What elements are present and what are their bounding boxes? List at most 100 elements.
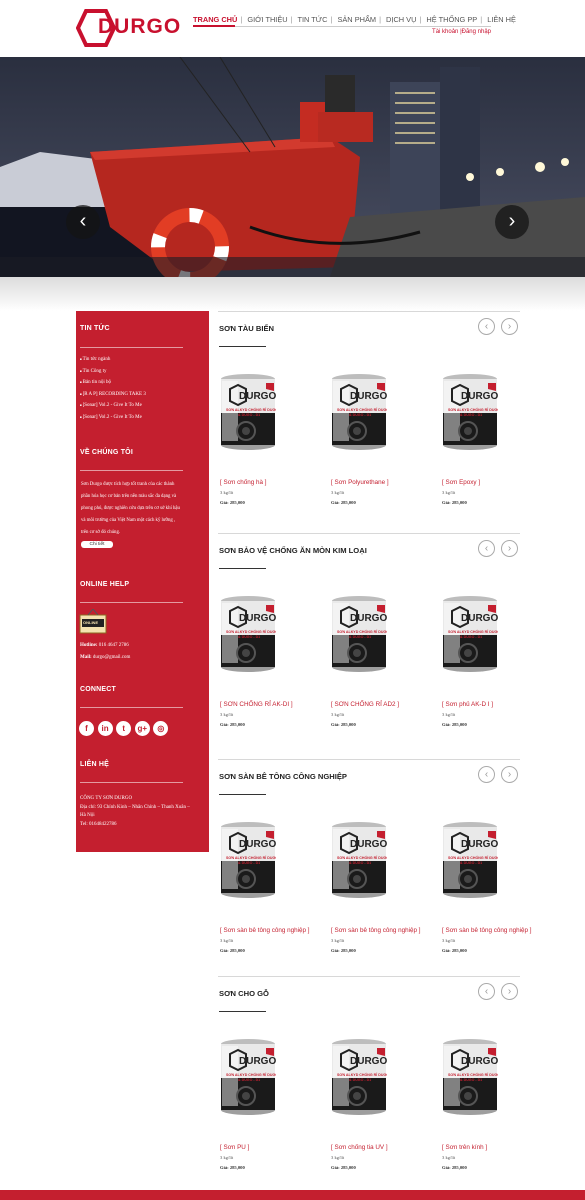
product-name[interactable]: [ Sơn sàn bê tông công nghiệp ] (331, 927, 421, 934)
durgo-logo[interactable]: DURGO (76, 9, 180, 47)
product-image[interactable]: DURGO SƠN ALKYD CHỐNG RỈ DUGO - D & DUGO… (331, 1038, 387, 1116)
online-support-icon[interactable]: ONLINE (79, 608, 107, 635)
instagram-icon[interactable]: ◎ (153, 721, 169, 736)
svg-text:SƠN ALKYD CHỐNG RỈ DUGO - D: SƠN ALKYD CHỐNG RỈ DUGO - D (448, 407, 498, 412)
product-name[interactable]: [ Sơn Epoxy ] (442, 479, 480, 486)
google-plus-icon[interactable]: g+ (134, 721, 150, 736)
nav-item-about[interactable]: GIỚI THIỆU (247, 15, 287, 24)
product-card[interactable]: DURGO SƠN ALKYD CHỐNG RỈ DUGO - D & DUGO… (442, 595, 552, 735)
product-image[interactable]: DURGO SƠN ALKYD CHỐNG RỈ DUGO - D & DUGO… (331, 373, 387, 451)
mail-value[interactable]: durgo@gmail.com (93, 655, 130, 660)
svg-text:DURGO: DURGO (461, 613, 498, 624)
product-card[interactable]: DURGO SƠN ALKYD CHỐNG RỈ DUGO - D & DUGO… (442, 1038, 552, 1178)
product-card[interactable]: DURGO SƠN ALKYD CHỐNG RỈ DUGO - D & DUGO… (442, 373, 552, 513)
section-next-button[interactable]: › (501, 540, 518, 557)
product-card[interactable]: DURGO SƠN ALKYD CHỐNG RỈ DUGO - D & DUGO… (220, 1038, 330, 1178)
svg-text:SƠN ALKYD CHỐNG RỈ DUGO - D: SƠN ALKYD CHỐNG RỈ DUGO - D (226, 407, 276, 412)
product-name[interactable]: [ Sơn Polyurethane ] (331, 479, 389, 486)
product-name[interactable]: [ SƠN CHỐNG RỈ AD2 ] (331, 701, 399, 708)
product-name[interactable]: [ SƠN CHỐNG RỈ AK-DI ] (220, 701, 293, 708)
nav-item-home[interactable]: TRANG CHỦ (193, 15, 237, 24)
svg-text:DURGO: DURGO (350, 1056, 387, 1067)
nav-item-contact[interactable]: LIÊN HỆ (487, 15, 516, 24)
product-name[interactable]: [ Sơn chống tia UV ] (331, 1144, 388, 1151)
chevron-left-icon: ‹ (484, 769, 489, 780)
section-next-button[interactable]: › (501, 983, 518, 1000)
product-card[interactable]: DURGO SƠN ALKYD CHỐNG RỈ DUGO - D & DUGO… (220, 595, 330, 735)
product-card[interactable]: DURGO SƠN ALKYD CHỐNG RỈ DUGO - D & DUGO… (331, 595, 441, 735)
svg-text:DURGO: DURGO (239, 613, 276, 624)
product-image[interactable]: DURGO SƠN ALKYD CHỐNG RỈ DUGO - D & DUGO… (220, 821, 276, 899)
section-prev-button[interactable]: ‹ (478, 766, 495, 783)
product-card[interactable]: DURGO SƠN ALKYD CHỐNG RỈ DUGO - D & DUGO… (220, 373, 330, 513)
twitter-icon[interactable]: t (116, 721, 132, 736)
product-price: Giá: 285,000 (331, 948, 356, 953)
nav-item-news[interactable]: TIN TỨC (297, 15, 327, 24)
section-divider (218, 759, 520, 760)
svg-text:SƠN ALKYD CHỐNG RỈ DUGO - D: SƠN ALKYD CHỐNG RỈ DUGO - D (337, 629, 387, 634)
section-prev-button[interactable]: ‹ (478, 318, 495, 335)
news-list-item[interactable]: [R A P] RECORDING TAKE 3 (80, 392, 146, 404)
product-name[interactable]: [ Sơn PU ] (220, 1144, 249, 1151)
product-image[interactable]: DURGO SƠN ALKYD CHỐNG RỈ DUGO - D & DUGO… (220, 1038, 276, 1116)
section-next-button[interactable]: › (501, 766, 518, 783)
product-image[interactable]: DURGO SƠN ALKYD CHỐNG RỈ DUGO - D & DUGO… (442, 595, 498, 673)
social-links: f in t g+ ◎ (79, 718, 172, 736)
product-image[interactable]: DURGO SƠN ALKYD CHỐNG RỈ DUGO - D & DUGO… (331, 821, 387, 899)
product-quantity: 3 kg/lít (331, 1155, 345, 1160)
product-price: Giá: 285,000 (220, 500, 245, 505)
sidebar-contact-title: LIÊN HỆ (80, 761, 110, 768)
product-name[interactable]: [ Sơn sàn bê tông công nghiệp ] (442, 927, 532, 934)
product-card[interactable]: DURGO SƠN ALKYD CHỐNG RỈ DUGO - D & DUGO… (331, 373, 441, 513)
product-card[interactable]: DURGO SƠN ALKYD CHỐNG RỈ DUGO - D & DUGO… (331, 821, 441, 961)
product-name[interactable]: [ Sơn trên kính ] (442, 1144, 487, 1151)
about-details-button[interactable]: Chi tiết (81, 541, 113, 548)
product-name[interactable]: [ Sơn chống hà ] (220, 479, 267, 486)
nav-item-services[interactable]: DỊCH VỤ (386, 15, 416, 24)
product-card[interactable]: DURGO SƠN ALKYD CHỐNG RỈ DUGO - D & DUGO… (331, 1038, 441, 1178)
product-name[interactable]: [ Sơn sàn bê tông công nghiệp ] (220, 927, 310, 934)
svg-text:DURGO: DURGO (350, 391, 387, 402)
slider-next-button[interactable]: › (495, 205, 529, 239)
product-price: Giá: 285,000 (442, 948, 467, 953)
section-prev-button[interactable]: ‹ (478, 983, 495, 1000)
chevron-right-icon: › (507, 321, 512, 332)
login-link[interactable]: Đăng nhập (462, 29, 491, 35)
product-quantity: 3 kg/lít (442, 712, 456, 717)
chevron-right-icon: › (508, 210, 516, 232)
product-card[interactable]: DURGO SƠN ALKYD CHỐNG RỈ DUGO - D & DUGO… (220, 821, 330, 961)
section-divider (218, 533, 520, 534)
section-prev-button[interactable]: ‹ (478, 540, 495, 557)
news-list-item[interactable]: Tin Công ty (80, 369, 146, 381)
product-image[interactable]: DURGO SƠN ALKYD CHỐNG RỈ DUGO - D & DUGO… (331, 595, 387, 673)
svg-text:SƠN ALKYD CHỐNG RỈ DUGO - D: SƠN ALKYD CHỐNG RỈ DUGO - D (226, 855, 276, 860)
facebook-icon[interactable]: f (79, 721, 94, 736)
news-list-item[interactable]: [Sonar] Vol.2 - Give It To Me (80, 415, 146, 427)
hotline-label: Hotline: (80, 643, 98, 648)
news-list-item[interactable]: Tin tức ngành (80, 357, 146, 369)
section-divider (218, 311, 520, 312)
product-image[interactable]: DURGO SƠN ALKYD CHỐNG RỈ DUGO - D & DUGO… (442, 1038, 498, 1116)
svg-text:& DUGO - D1: & DUGO - D1 (349, 413, 371, 417)
product-image[interactable]: DURGO SƠN ALKYD CHỐNG RỈ DUGO - D & DUGO… (220, 373, 276, 451)
news-list-item[interactable]: [Sonar] Vol.2 - Give It To Me (80, 403, 146, 415)
product-image[interactable]: DURGO SƠN ALKYD CHỐNG RỈ DUGO - D & DUGO… (442, 373, 498, 451)
hotline-value[interactable]: 016 4647 2786 (99, 643, 129, 648)
section-title-underline (219, 794, 266, 795)
nav-item-distribution[interactable]: HỆ THỐNG PP (426, 15, 477, 24)
nav-divider (193, 26, 491, 27)
product-image[interactable]: DURGO SƠN ALKYD CHỐNG RỈ DUGO - D & DUGO… (220, 595, 276, 673)
hotline: Hotline: 016 4647 2786 (80, 643, 129, 648)
svg-text:DURGO: DURGO (461, 391, 498, 402)
section-next-button[interactable]: › (501, 318, 518, 335)
linkedin-icon[interactable]: in (97, 721, 113, 736)
slider-prev-button[interactable]: ‹ (66, 205, 100, 239)
hero-slider[interactable]: ‹ › (0, 57, 585, 277)
product-name[interactable]: [ Sơn phủ AK-D I ] (442, 701, 493, 708)
product-image[interactable]: DURGO SƠN ALKYD CHỐNG RỈ DUGO - D & DUGO… (442, 821, 498, 899)
sidebar-divider (80, 602, 183, 603)
account-link[interactable]: Tài khoản (432, 29, 458, 35)
news-list-item[interactable]: Bản tin nội bộ (80, 380, 146, 392)
nav-item-products[interactable]: SẢN PHẨM (337, 15, 376, 24)
product-card[interactable]: DURGO SƠN ALKYD CHỐNG RỈ DUGO - D & DUGO… (442, 821, 552, 961)
